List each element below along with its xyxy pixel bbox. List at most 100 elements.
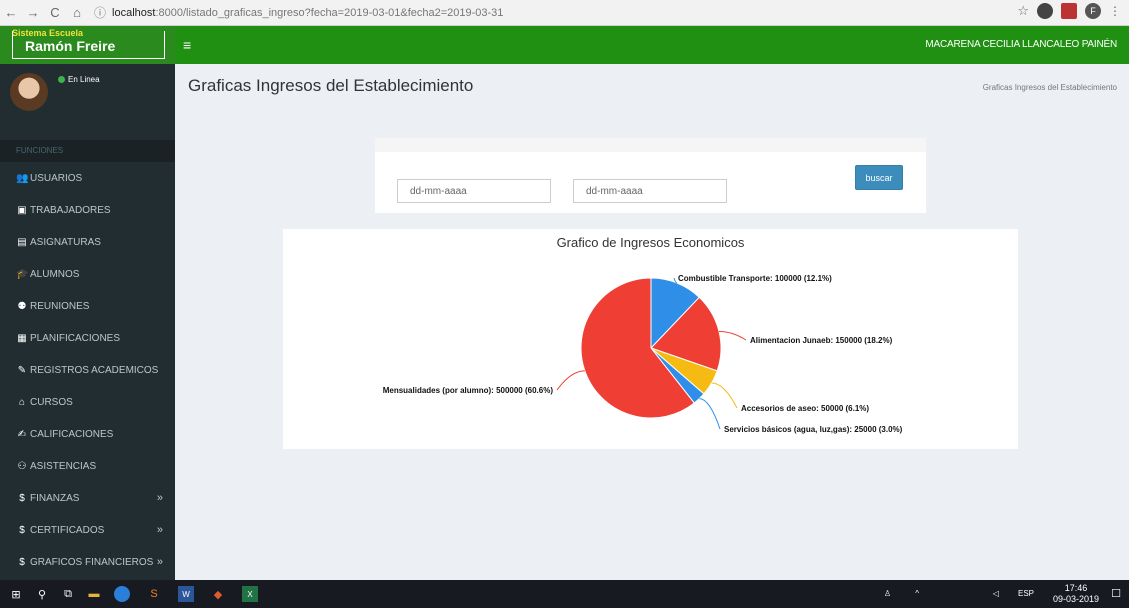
pie-data-label: Alimentacion Junaeb: 150000 (18.2%) bbox=[750, 336, 893, 345]
word-icon[interactable]: W bbox=[178, 586, 194, 602]
sidebar-item-label: ALUMNOS bbox=[30, 268, 80, 280]
list-icon: ▤ bbox=[17, 236, 27, 248]
pie-connector-line bbox=[719, 330, 747, 341]
expand-arrow-icon: » bbox=[156, 524, 163, 536]
sidebar-item-label: CURSOS bbox=[30, 396, 73, 408]
sidebar-item-label: USUARIOS bbox=[30, 172, 83, 184]
notifications-icon[interactable]: ☐ bbox=[1111, 587, 1121, 600]
language-indicator[interactable]: ESP bbox=[1018, 589, 1034, 598]
profile-avatar-icon[interactable]: F bbox=[1085, 3, 1101, 19]
sidebar-item-label: FINANZAS bbox=[30, 492, 80, 504]
sidebar-item-registros-academicos[interactable]: ✎ REGISTROS ACADEMICOS bbox=[0, 354, 175, 386]
sidebar-item-asignaturas[interactable]: ▤ ASIGNATURAS bbox=[0, 226, 175, 258]
end-date-input[interactable]: dd-mm-aaaa bbox=[573, 179, 727, 203]
sidebar-item-label: REUNIONES bbox=[30, 300, 90, 312]
sidebar-item-planificaciones[interactable]: ▦ PLANIFICACIONES bbox=[0, 322, 175, 354]
sidebar-item-trabajadores[interactable]: ▣ TRABAJADORES bbox=[0, 194, 175, 226]
user-menu[interactable]: MACARENA CECILIA LLANCALEO PAINÉN bbox=[925, 39, 1117, 50]
avatar bbox=[10, 73, 48, 111]
star-icon[interactable]: ☆ bbox=[1017, 3, 1029, 19]
sidebar-item-label: TRABAJADORES bbox=[30, 204, 111, 216]
sublime-icon[interactable]: S bbox=[146, 586, 162, 602]
volume-icon[interactable]: ◁ bbox=[993, 589, 999, 598]
people-icon[interactable]: ♙ bbox=[884, 589, 891, 598]
file-explorer-icon[interactable]: ▬ bbox=[86, 586, 102, 602]
clock-date: 09-03-2019 bbox=[1052, 594, 1099, 604]
group-icon: ⚉ bbox=[17, 300, 27, 312]
url-path: :8000/listado_graficas_ingreso?fecha=201… bbox=[155, 6, 504, 19]
sidebar-item-graficos-financieros[interactable]: $ GRAFICOS FINANCIEROS» bbox=[0, 546, 175, 578]
breadcrumb[interactable]: Graficas Ingresos del Establecimiento bbox=[983, 83, 1117, 92]
home-icon[interactable]: ⌂ bbox=[66, 2, 88, 24]
address-bar[interactable]: ⓘ localhost:8000/listado_graficas_ingres… bbox=[94, 3, 503, 23]
sidebar-item-label: CERTIFICADOS bbox=[30, 524, 105, 536]
sidebar-item-calificaciones[interactable]: ✍ CALIFICACIONES bbox=[0, 418, 175, 450]
sidebar-item-cursos[interactable]: ⌂ CURSOS bbox=[0, 386, 175, 418]
sidebar-item-label: ASISTENCIAS bbox=[30, 460, 97, 472]
chrome-icon[interactable] bbox=[114, 586, 130, 602]
system-clock[interactable]: 17:46 09-03-2019 bbox=[1053, 583, 1099, 605]
pencil-icon: ✎ bbox=[17, 364, 27, 376]
chart-panel: Grafico de Ingresos Economicos Combustib… bbox=[283, 229, 1018, 449]
check-edit-icon: ✍ bbox=[17, 428, 27, 440]
tray-chevron-icon[interactable]: ^ bbox=[915, 589, 919, 598]
logo-title: Ramón Freire bbox=[25, 38, 116, 54]
url-host: localhost bbox=[112, 6, 156, 19]
sidebar-item-usuarios[interactable]: 👥 USUARIOS bbox=[0, 162, 175, 194]
back-icon[interactable]: ← bbox=[0, 2, 22, 24]
clock-time: 17:46 bbox=[1064, 583, 1088, 593]
task-view-icon[interactable]: ⧉ bbox=[60, 586, 76, 602]
user-edit-icon: ⚇ bbox=[17, 460, 27, 472]
sidebar-section-header: FUNCIONES bbox=[0, 140, 175, 162]
excel-icon[interactable]: X bbox=[242, 586, 258, 602]
users-icon: 👥 bbox=[16, 172, 29, 184]
start-date-input[interactable]: dd-mm-aaaa bbox=[397, 179, 551, 203]
date-filter-panel: dd-mm-aaaa dd-mm-aaaa bbox=[375, 138, 926, 213]
sidebar-item-certificados[interactable]: $ CERTIFICADOS » bbox=[0, 514, 175, 546]
sidebar: En Linea FUNCIONES 👥 USUARIOS ▣ TRABAJADORE… bbox=[0, 64, 175, 580]
sidebar-item-label: REGISTROS ACADEMICOS bbox=[30, 364, 159, 376]
building-icon: ⌂ bbox=[18, 396, 26, 408]
expand-arrow-icon: » bbox=[156, 556, 163, 568]
sidebar-item-alumnos[interactable]: 🎓 ALUMNOS bbox=[0, 258, 175, 290]
windows-start-icon[interactable]: ⊞ bbox=[8, 586, 24, 602]
pie-connector-line bbox=[699, 398, 721, 430]
info-icon: ⓘ bbox=[94, 6, 107, 20]
search-icon[interactable]: ⚲ bbox=[34, 586, 50, 602]
pdf-extension-icon[interactable] bbox=[1061, 3, 1077, 19]
pie-chart: Combustible Transporte: 100000 (12.1%) Al… bbox=[383, 274, 903, 434]
search-button[interactable]: buscar bbox=[855, 165, 903, 190]
sidebar-item-asistencias[interactable]: ⚇ ASISTENCIAS bbox=[0, 450, 175, 482]
pie-data-label: Combustible Transporte: 100000 (12.1%) bbox=[678, 274, 832, 283]
sidebar-item-label: ASIGNATURAS bbox=[30, 236, 101, 248]
dollar-icon: $ bbox=[19, 524, 25, 536]
menu-dots-icon[interactable]: ⋮ bbox=[1109, 4, 1121, 18]
reload-icon[interactable]: C bbox=[44, 2, 66, 24]
top-navbar: ≡ MACARENA CECILIA LLANCALEO PAINÉN bbox=[175, 26, 1129, 64]
dollar-icon: $ bbox=[19, 492, 25, 504]
pie-connector-line bbox=[711, 382, 738, 409]
pie-data-label: Accesorios de aseo: 50000 (6.1%) bbox=[741, 404, 869, 413]
online-status: En Linea bbox=[58, 75, 100, 84]
forward-icon[interactable]: → bbox=[22, 2, 44, 24]
sidebar-item-label: PLANIFICACIONES bbox=[30, 332, 121, 344]
git-icon[interactable]: ◆ bbox=[210, 586, 226, 602]
pie-data-label: Mensualidades (por alumno): 500000 (60.6… bbox=[383, 386, 554, 395]
sidebar-item-label: GRAFICOS FINANCIEROS bbox=[30, 556, 154, 568]
extension-icon[interactable] bbox=[1037, 3, 1053, 19]
app-logo[interactable]: Sistema Escuela Ramón Freire bbox=[0, 26, 175, 64]
windows-taskbar: ⊞ ⚲ ⧉ ▬ S W ◆ X ♙ ^ ◁ ESP 17:46 09-03-20… bbox=[0, 580, 1129, 608]
sidebar-item-label: CALIFICACIONES bbox=[30, 428, 114, 440]
expand-arrow-icon: » bbox=[156, 492, 163, 504]
graduation-cap-icon: 🎓 bbox=[16, 268, 29, 280]
status-label: En Linea bbox=[68, 75, 100, 84]
logo-subtitle: Sistema Escuela bbox=[12, 28, 84, 38]
page-title: Graficas Ingresos del Establecimiento bbox=[188, 76, 474, 95]
pie-data-label: Servicios básicos (agua, luz,gas): 25000… bbox=[724, 425, 903, 434]
hamburger-menu-icon[interactable]: ≡ bbox=[183, 37, 191, 53]
sidebar-item-reuniones[interactable]: ⚉ REUNIONES bbox=[0, 290, 175, 322]
sidebar-item-finanzas[interactable]: $ FINANZAS » bbox=[0, 482, 175, 514]
dollar-icon: $ bbox=[19, 556, 25, 568]
copy-icon: ▦ bbox=[17, 332, 27, 344]
id-card-icon: ▣ bbox=[17, 204, 27, 216]
